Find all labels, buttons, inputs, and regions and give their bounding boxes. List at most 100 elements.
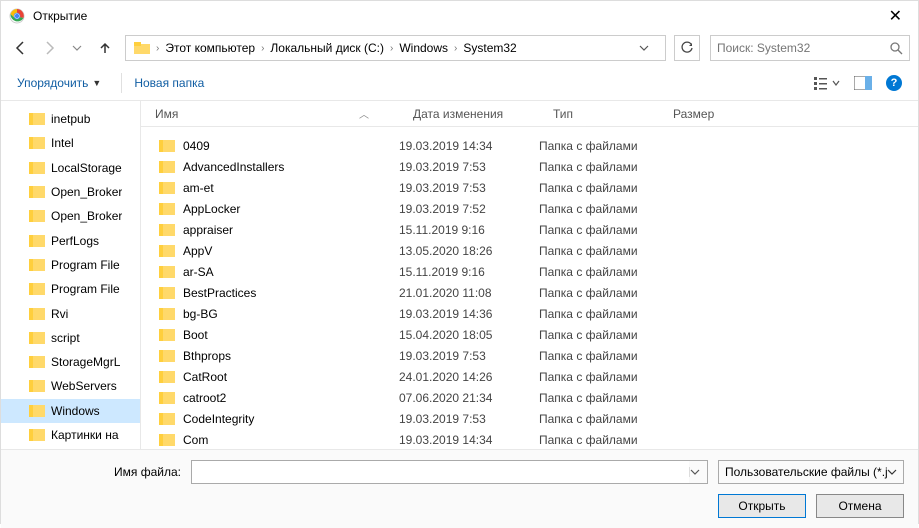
chevron-right-icon[interactable]: › <box>154 43 161 54</box>
file-type: Папка с файлами <box>539 223 689 237</box>
tree-item-label: Open_Broker <box>51 209 122 223</box>
file-row[interactable]: AppV13.05.2020 18:26Папка с файлами <box>141 240 918 261</box>
file-row[interactable]: bg-BG19.03.2019 14:36Папка с файлами <box>141 303 918 324</box>
tree-item[interactable]: Open_Broker <box>1 204 140 228</box>
refresh-button[interactable] <box>674 35 700 61</box>
main-area: inetpubIntelLocalStorage Open_Broker Open_… <box>1 101 918 449</box>
tree-item-label: StorageMgrL <box>51 355 120 369</box>
filter-select[interactable]: Пользовательские файлы (*.js <box>718 460 904 484</box>
forward-button[interactable] <box>37 36 61 60</box>
folder-icon <box>29 186 45 198</box>
close-button[interactable]: ✕ <box>881 6 910 26</box>
column-header-name[interactable]: Имя ︿ <box>141 106 399 121</box>
file-row[interactable]: AppLocker19.03.2019 7:52Папка с файлами <box>141 198 918 219</box>
file-date: 19.03.2019 14:34 <box>399 433 539 447</box>
tree-item[interactable]: Program File <box>1 277 140 301</box>
file-row[interactable]: Bthprops19.03.2019 7:53Папка с файлами <box>141 345 918 366</box>
file-name: CodeIntegrity <box>183 412 254 426</box>
file-list[interactable]: 040919.03.2019 14:34Папка с файламиAdvan… <box>141 127 918 449</box>
file-row[interactable]: CatRoot24.01.2020 14:26Папка с файлами <box>141 366 918 387</box>
folder-tree[interactable]: inetpubIntelLocalStorage Open_Broker Open_… <box>1 101 141 449</box>
file-row[interactable]: 040919.03.2019 14:34Папка с файлами <box>141 135 918 156</box>
column-header-type[interactable]: Тип <box>539 107 659 121</box>
file-row[interactable]: appraiser15.11.2019 9:16Папка с файлами <box>141 219 918 240</box>
tree-item[interactable]: LocalStorage <box>1 156 140 180</box>
chevron-right-icon[interactable]: › <box>388 43 395 54</box>
file-date: 19.03.2019 7:53 <box>399 412 539 426</box>
file-date: 19.03.2019 14:36 <box>399 307 539 321</box>
up-button[interactable] <box>93 36 117 60</box>
tree-item[interactable]: Open_Broker <box>1 180 140 204</box>
folder-icon <box>29 137 45 149</box>
folder-icon <box>159 371 175 383</box>
recent-dropdown[interactable] <box>65 36 89 60</box>
separator <box>121 73 122 93</box>
tree-item[interactable]: WebServers <box>1 374 140 398</box>
breadcrumb-item[interactable]: Этот компьютер <box>161 41 259 55</box>
search-input[interactable] <box>717 41 889 55</box>
chevron-right-icon[interactable]: › <box>452 43 459 54</box>
open-button[interactable]: Открыть <box>718 494 806 518</box>
column-headers: Имя ︿ Дата изменения Тип Размер <box>141 101 918 127</box>
tree-item[interactable]: Картинки на <box>1 423 140 447</box>
folder-icon <box>29 380 45 392</box>
file-row[interactable]: catroot207.06.2020 21:34Папка с файлами <box>141 387 918 408</box>
file-row[interactable]: Com19.03.2019 14:34Папка с файлами <box>141 429 918 449</box>
folder-icon <box>29 162 45 174</box>
tree-item[interactable]: PerfLogs <box>1 228 140 252</box>
folder-icon <box>159 392 175 404</box>
folder-icon <box>159 245 175 257</box>
back-button[interactable] <box>9 36 33 60</box>
breadcrumb-item[interactable]: Локальный диск (C:) <box>266 41 388 55</box>
preview-pane-button[interactable] <box>854 76 872 90</box>
tree-item[interactable]: Windows <box>1 399 140 423</box>
file-row[interactable]: CodeIntegrity19.03.2019 7:53Папка с файл… <box>141 408 918 429</box>
file-row[interactable]: Boot15.04.2020 18:05Папка с файлами <box>141 324 918 345</box>
tree-item[interactable]: Пользовател <box>1 447 140 449</box>
tree-item[interactable]: Intel <box>1 131 140 155</box>
tree-item-label: Program File <box>51 282 120 296</box>
tree-item[interactable]: script <box>1 326 140 350</box>
breadcrumb-item[interactable]: Windows <box>395 41 452 55</box>
chevron-right-icon[interactable]: › <box>259 43 266 54</box>
cancel-button[interactable]: Отмена <box>816 494 904 518</box>
folder-icon <box>159 434 175 446</box>
file-date: 15.11.2019 9:16 <box>399 265 539 279</box>
nav-row: › Этот компьютер › Локальный диск (C:) ›… <box>1 31 918 65</box>
tree-item[interactable]: Program File <box>1 253 140 277</box>
filename-combobox[interactable] <box>191 460 708 484</box>
view-options-button[interactable] <box>814 75 840 91</box>
tree-item[interactable]: inetpub <box>1 107 140 131</box>
search-icon <box>889 41 903 55</box>
file-row[interactable]: ar-SA15.11.2019 9:16Папка с файлами <box>141 261 918 282</box>
file-list-pane: Имя ︿ Дата изменения Тип Размер 040919.0… <box>141 101 918 449</box>
address-dropdown[interactable] <box>639 43 661 53</box>
filename-input[interactable] <box>192 461 689 483</box>
file-row[interactable]: am-et19.03.2019 7:53Папка с файлами <box>141 177 918 198</box>
file-name: AppV <box>183 244 212 258</box>
column-header-date[interactable]: Дата изменения <box>399 107 539 121</box>
tree-item[interactable]: StorageMgrL <box>1 350 140 374</box>
file-row[interactable]: BestPractices21.01.2020 11:08Папка с фай… <box>141 282 918 303</box>
file-name: BestPractices <box>183 286 256 300</box>
file-date: 15.04.2020 18:05 <box>399 328 539 342</box>
column-header-size[interactable]: Размер <box>659 107 739 121</box>
filename-dropdown[interactable] <box>689 467 707 477</box>
folder-icon <box>159 329 175 341</box>
folder-icon <box>159 308 175 320</box>
new-folder-button[interactable]: Новая папка <box>134 76 204 90</box>
file-type: Папка с файлами <box>539 265 689 279</box>
help-button[interactable]: ? <box>886 75 902 91</box>
address-bar[interactable]: › Этот компьютер › Локальный диск (C:) ›… <box>125 35 666 61</box>
filter-label: Пользовательские файлы (*.js <box>725 465 887 479</box>
tree-item-label: Open_Broker <box>51 185 122 199</box>
tree-item[interactable]: Rvi <box>1 301 140 325</box>
breadcrumb-item[interactable]: System32 <box>459 41 520 55</box>
file-date: 19.03.2019 7:53 <box>399 349 539 363</box>
search-box[interactable] <box>710 35 910 61</box>
sort-indicator-icon: ︿ <box>359 106 369 121</box>
file-type: Папка с файлами <box>539 202 689 216</box>
organize-button[interactable]: Упорядочить ▼ <box>17 76 101 90</box>
file-row[interactable]: AdvancedInstallers19.03.2019 7:53Папка с… <box>141 156 918 177</box>
new-folder-label: Новая папка <box>134 76 204 90</box>
